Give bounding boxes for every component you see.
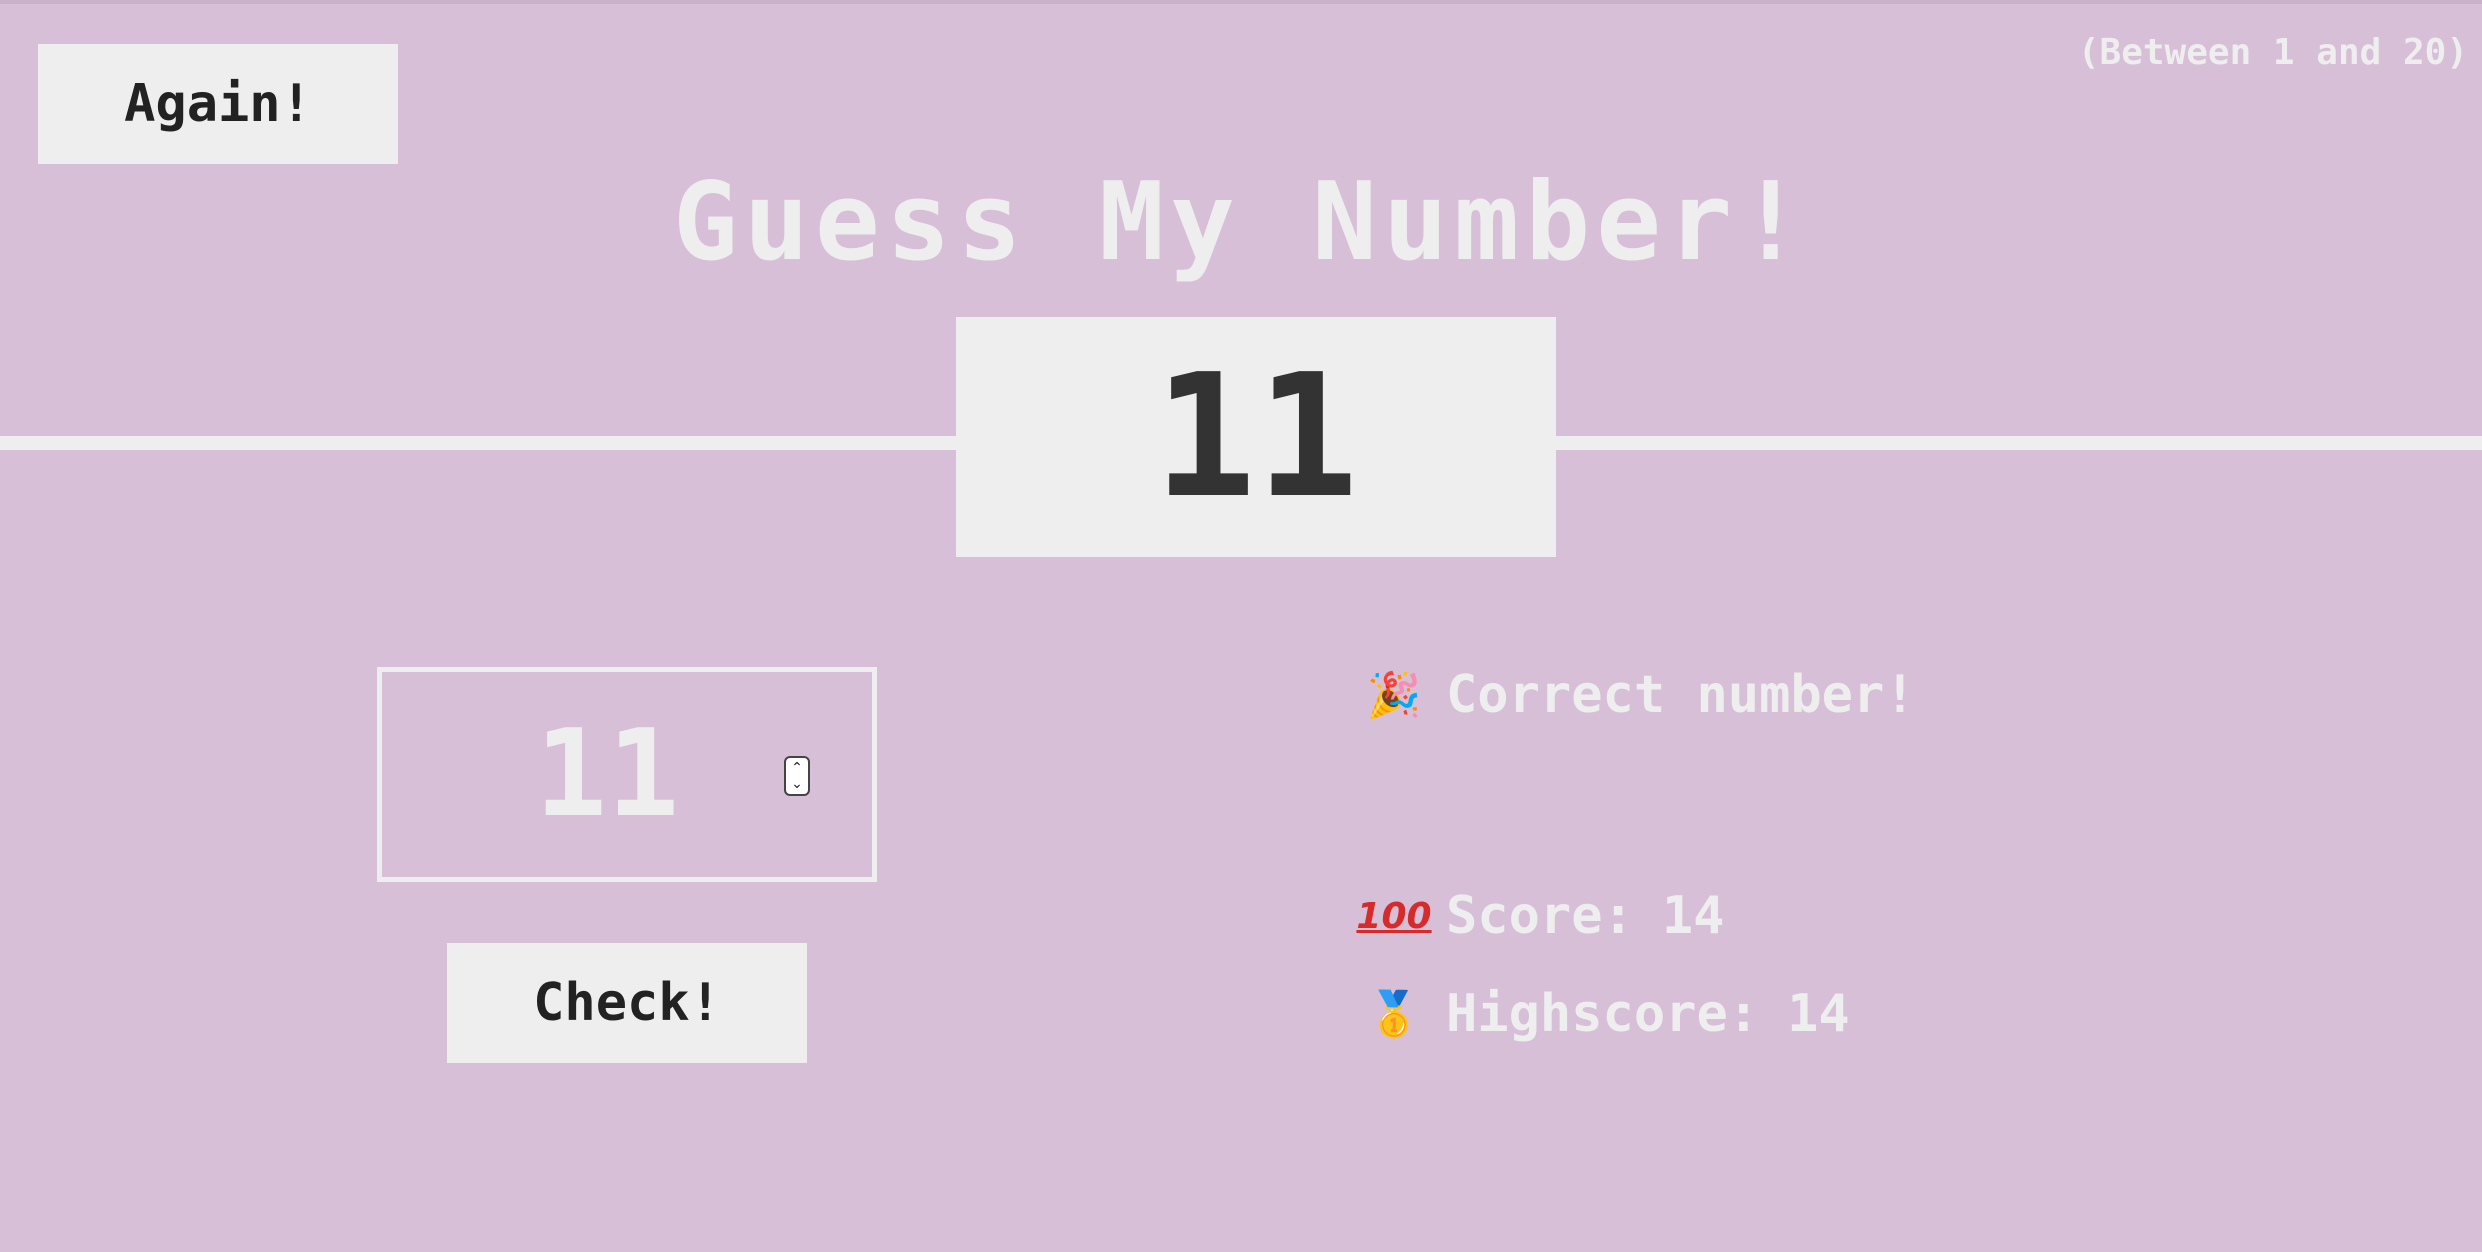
number-spinner[interactable]: ⌃ ⌄ bbox=[784, 756, 810, 796]
secret-number-display: 11 bbox=[956, 317, 1556, 557]
range-hint: (Between 1 and 20) bbox=[2077, 32, 2468, 73]
score-label: Score: bbox=[1446, 886, 1634, 946]
guess-field-wrapper: ⌃ ⌄ bbox=[377, 667, 877, 882]
message-row: 🎉 Correct number! bbox=[1364, 665, 1916, 725]
score-row: 100 Score: 14 bbox=[1356, 886, 1725, 946]
check-button[interactable]: Check! bbox=[447, 943, 807, 1063]
spinner-down-icon[interactable]: ⌄ bbox=[791, 776, 803, 792]
window-top-border bbox=[0, 0, 2482, 4]
hundred-points-icon: 100 bbox=[1356, 895, 1432, 937]
highscore-label: Highscore: bbox=[1446, 984, 1760, 1044]
spinner-up-icon[interactable]: ⌃ bbox=[791, 760, 803, 776]
page-title: Guess My Number! bbox=[672, 160, 1810, 285]
highscore-value: 14 bbox=[1787, 984, 1850, 1044]
highscore-row: 🥇 Highscore: 14 bbox=[1364, 984, 1850, 1044]
again-button[interactable]: Again! bbox=[38, 44, 398, 164]
message-text: Correct number! bbox=[1446, 665, 1916, 725]
party-popper-icon: 🎉 bbox=[1366, 670, 1422, 721]
first-place-medal-icon: 🥇 bbox=[1366, 989, 1422, 1040]
score-value: 14 bbox=[1661, 886, 1725, 946]
